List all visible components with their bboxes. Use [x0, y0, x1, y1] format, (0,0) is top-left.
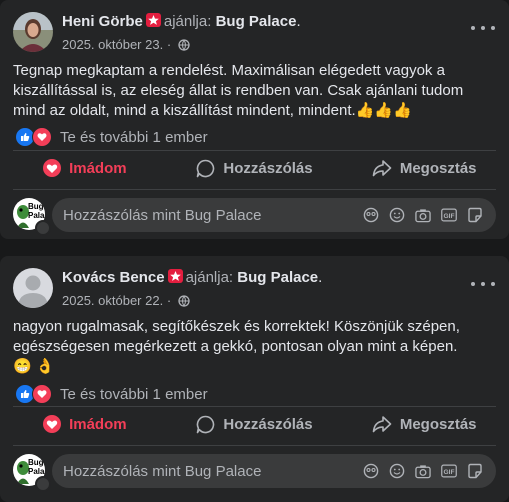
share-arrow-icon [372, 415, 392, 433]
sticker-note-icon[interactable] [467, 207, 483, 223]
comment-button[interactable]: Hozzászólás [170, 151, 340, 185]
gif-icon[interactable]: GIF [441, 207, 457, 223]
svg-text:GIF: GIF [444, 213, 455, 220]
grin-ok-emoji: 😁 👌 [13, 358, 55, 375]
sticker-icon[interactable] [363, 207, 379, 223]
post-date[interactable]: 2025. október 23. [62, 37, 163, 52]
recommends-label: ajánlja: [185, 269, 234, 286]
star-badge-icon [167, 269, 183, 283]
post-meta: 2025. október 22. · [62, 293, 190, 310]
camera-icon[interactable] [415, 463, 431, 479]
reaction-summary[interactable]: Te és további 1 ember [15, 384, 208, 404]
more-options-icon[interactable] [471, 20, 495, 36]
svg-text:GIF: GIF [444, 469, 455, 476]
gif-icon[interactable]: GIF [441, 463, 457, 479]
emoji-icon[interactable] [389, 463, 405, 479]
post-card: Heni Görbe ajánlja: Bug Palace. 2025. okt… [0, 0, 509, 239]
sticker-note-icon[interactable] [467, 463, 483, 479]
meta-separator: · [166, 37, 172, 52]
post-date[interactable]: 2025. október 22. [62, 293, 163, 308]
comment-label: Hozzászólás [223, 159, 313, 177]
comment-input[interactable]: Hozzászólás mint Bug Palace GIF [52, 454, 496, 488]
reactions-text: Te és további 1 ember [60, 128, 208, 146]
meta-separator: · [166, 293, 172, 308]
comment-bubble-icon [196, 415, 215, 434]
comment-bubble-icon [196, 159, 215, 178]
heart-icon [43, 159, 62, 177]
post-card: Kovács Bence ajánlja: Bug Palace. 2025. o… [0, 256, 509, 502]
share-label: Megosztás [399, 415, 477, 433]
globe-icon [178, 39, 190, 54]
post-text: nagyon rugalmasak, segítőkészek és korre… [13, 317, 491, 377]
post-body: nagyon rugalmasak, segítőkészek és korre… [13, 318, 460, 355]
comment-composer: Bug Pala Hozzászólás mint Bug Palace GIF [0, 198, 509, 236]
share-label: Megosztás [399, 159, 477, 177]
comment-button[interactable]: Hozzászólás [170, 407, 340, 441]
love-label: Imádom [69, 159, 127, 177]
post-header: Kovács Bence ajánlja: Bug Palace. [62, 269, 322, 286]
heart-icon [43, 415, 62, 433]
thumbs-up-emoji: 👍👍👍 [355, 102, 412, 119]
comment-placeholder: Hozzászólás mint Bug Palace [63, 206, 262, 224]
page-name[interactable]: Bug Palace [237, 269, 318, 286]
author-avatar[interactable] [13, 268, 53, 308]
author-avatar[interactable] [13, 12, 53, 52]
comment-composer: Bug Pala Hozzászólás mint Bug Palace GIF [0, 454, 509, 492]
comment-placeholder: Hozzászólás mint Bug Palace [63, 462, 262, 480]
author-name[interactable]: Kovács Bence [62, 269, 165, 286]
globe-icon [178, 295, 190, 310]
emoji-icon[interactable] [389, 207, 405, 223]
recommends-label: ajánlja: [163, 13, 212, 30]
chevron-down-icon[interactable] [35, 476, 51, 492]
page-name[interactable]: Bug Palace [216, 13, 297, 30]
share-button[interactable]: Megosztás [339, 151, 509, 185]
period: . [318, 269, 323, 286]
comment-input[interactable]: Hozzászólás mint Bug Palace GIF [52, 198, 496, 232]
love-reaction-icon [32, 384, 52, 404]
post-actions: Imádom Hozzászólás Megosztás [0, 151, 509, 185]
page-avatar-text: Bug Pala [28, 458, 45, 476]
post-meta: 2025. október 23. · [62, 37, 190, 54]
author-name[interactable]: Heni Görbe [62, 13, 143, 30]
love-button[interactable]: Imádom [0, 151, 170, 185]
reactions-text: Te és további 1 ember [60, 385, 208, 403]
reaction-summary[interactable]: Te és további 1 ember [15, 127, 208, 147]
love-button[interactable]: Imádom [0, 407, 170, 441]
love-label: Imádom [69, 415, 127, 433]
chevron-down-icon[interactable] [35, 220, 51, 236]
divider [13, 189, 496, 190]
period: . [296, 13, 301, 30]
page-avatar-text: Bug Pala [28, 202, 45, 220]
comment-label: Hozzászólás [223, 415, 313, 433]
share-arrow-icon [372, 159, 392, 177]
love-reaction-icon [32, 127, 52, 147]
post-text: Tegnap megkaptam a rendelést. Maximálisa… [13, 61, 491, 121]
post-header: Heni Görbe ajánlja: Bug Palace. [62, 13, 301, 30]
camera-icon[interactable] [415, 207, 431, 223]
divider [13, 445, 496, 446]
star-badge-icon [145, 13, 161, 27]
more-options-icon[interactable] [471, 276, 495, 292]
sticker-icon[interactable] [363, 463, 379, 479]
post-actions: Imádom Hozzászólás Megosztás [0, 407, 509, 441]
share-button[interactable]: Megosztás [339, 407, 509, 441]
